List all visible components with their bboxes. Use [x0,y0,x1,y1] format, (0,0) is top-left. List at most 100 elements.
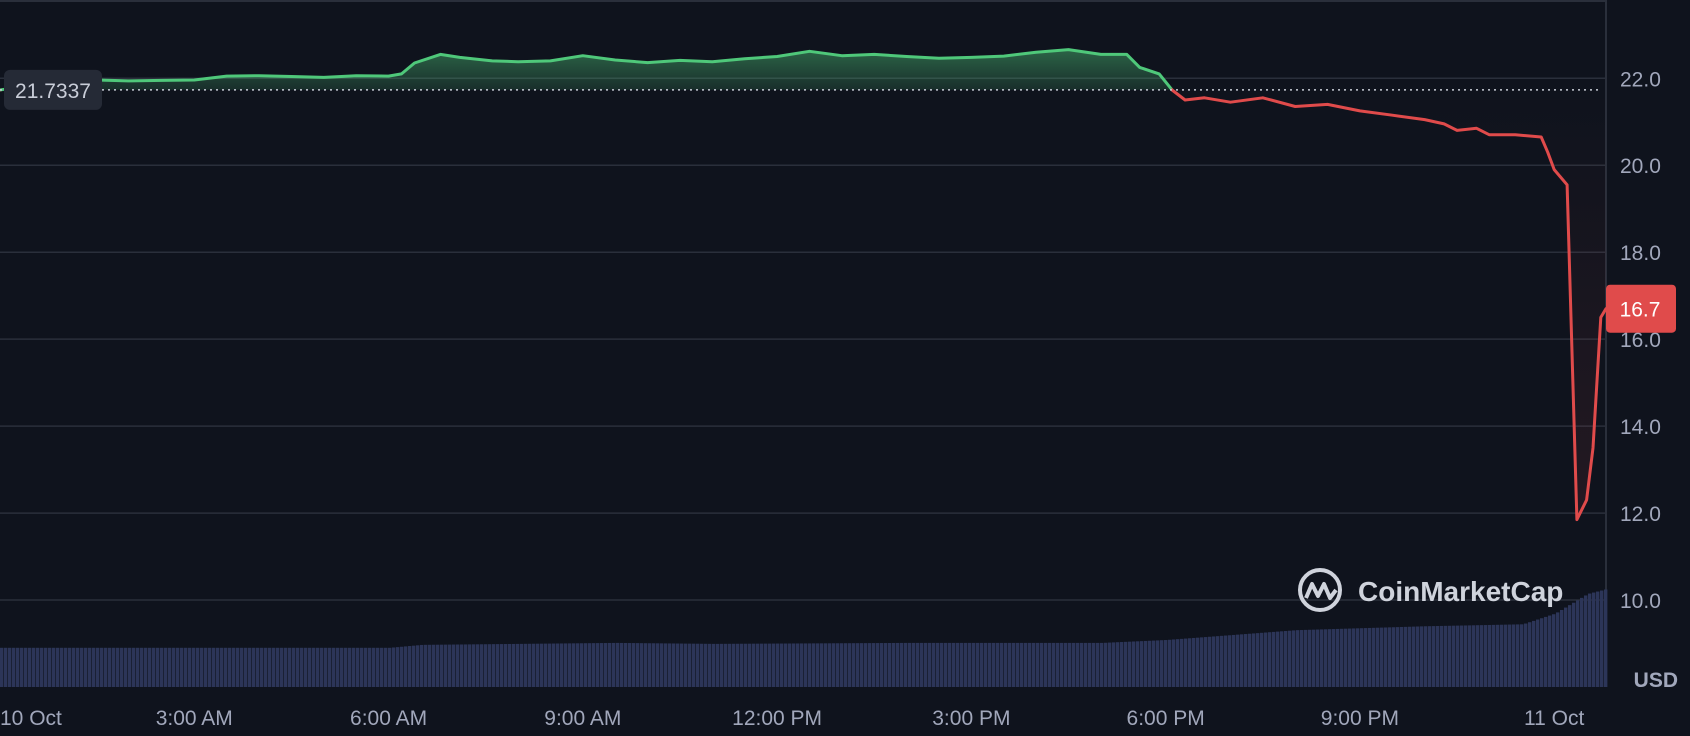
volume-bar [344,647,348,687]
volume-bar [1140,641,1144,687]
volume-bar [928,642,932,687]
volume-bar [360,647,364,687]
volume-bar [1600,590,1604,687]
volume-bar [688,643,692,687]
volume-bar [908,642,912,687]
volume-bar [188,647,192,687]
volume-bar [736,643,740,687]
volume-bar [1524,623,1528,687]
volume-bar [1292,630,1296,687]
volume-bar [960,642,964,687]
volume-bar [532,643,536,687]
volume-bar [124,647,128,687]
volume-bar [744,643,748,687]
volume-bar [940,642,944,687]
volume-bar [380,647,384,687]
volume-bar [1228,635,1232,687]
volume-bar [1148,640,1152,687]
volume-bar [848,643,852,687]
volume-bar [268,647,272,687]
volume-bar [1184,638,1188,687]
volume-bar [856,643,860,687]
volume-bar [728,643,732,687]
volume-bar [868,643,872,687]
volume-bar [1016,642,1020,687]
volume-bar [1332,629,1336,687]
volume-bar [1272,631,1276,687]
volume-bar [1340,628,1344,687]
volume-bar [584,643,588,687]
volume-bar [700,643,704,687]
volume-bar [536,643,540,687]
volume-bar [924,642,928,687]
volume-bar [1100,642,1104,687]
volume-bar [96,647,100,687]
volume-bar [300,647,304,687]
currency-unit-label: USD [1634,669,1678,692]
volume-bar [664,643,668,687]
volume-bar [828,643,832,687]
x-tick-label: 10 Oct [0,707,62,730]
volume-bar [1416,626,1420,687]
volume-bar [588,643,592,687]
volume-bar [752,643,756,687]
x-tick-label: 3:00 PM [932,707,1010,730]
volume-bar [1316,629,1320,687]
volume-bar [1312,629,1316,687]
last-price-tag: 16.7 [1606,284,1676,333]
volume-bar [372,647,376,687]
volume-bar [76,647,80,687]
volume-bar [504,644,508,687]
volume-bar [36,647,40,687]
volume-bar [1584,595,1588,687]
volume-bar [724,643,728,687]
volume-bar [492,644,496,687]
volume-bar [844,643,848,687]
volume-bar [560,643,564,687]
volume-bar [1076,642,1080,687]
baseline-label: 21.7337 [15,80,91,103]
volume-bar [8,647,12,687]
volume-bar [288,647,292,687]
volume-bar [760,643,764,687]
y-tick-label: 12.0 [1620,503,1661,526]
volume-bar [1240,634,1244,687]
volume-bar [1260,632,1264,687]
volume-bar [112,647,116,687]
volume-bar [1244,634,1248,687]
volume-bar [1528,622,1532,687]
volume-bar [1300,630,1304,687]
volume-bar [1404,626,1408,687]
volume-bar [768,643,772,687]
volume-bar [1580,597,1584,687]
volume-bar [1116,642,1120,687]
volume-bar [1308,629,1312,687]
volume-bar [1488,624,1492,687]
price-chart[interactable]: 21.7337 CoinMarketCap 10.012.014.016.018… [0,0,1690,736]
volume-bar [52,647,56,687]
volume-bar [1264,632,1268,687]
volume-bar [1200,637,1204,687]
volume-bar [40,647,44,687]
volume-bar [1268,632,1272,687]
volume-bar [1484,625,1488,687]
volume-bar [64,647,68,687]
volume-bar [1568,605,1572,687]
volume-bar [1288,630,1292,687]
y-tick-label: 20.0 [1620,155,1661,178]
volume-bar [1172,639,1176,687]
y-tick-label: 18.0 [1620,242,1661,265]
volume-bar [428,644,432,687]
volume-bar [260,647,264,687]
volume-bar [1596,591,1600,687]
volume-bar [1236,634,1240,687]
volume-bar [24,647,28,687]
volume-bar [1588,593,1592,687]
volume-bar [800,643,804,687]
volume-bar [1208,636,1212,687]
volume-bar [1560,609,1564,687]
volume-bar [488,644,492,687]
volume-bar [1276,631,1280,687]
watermark-text: CoinMarketCap [1358,576,1563,607]
volume-bar [540,643,544,687]
